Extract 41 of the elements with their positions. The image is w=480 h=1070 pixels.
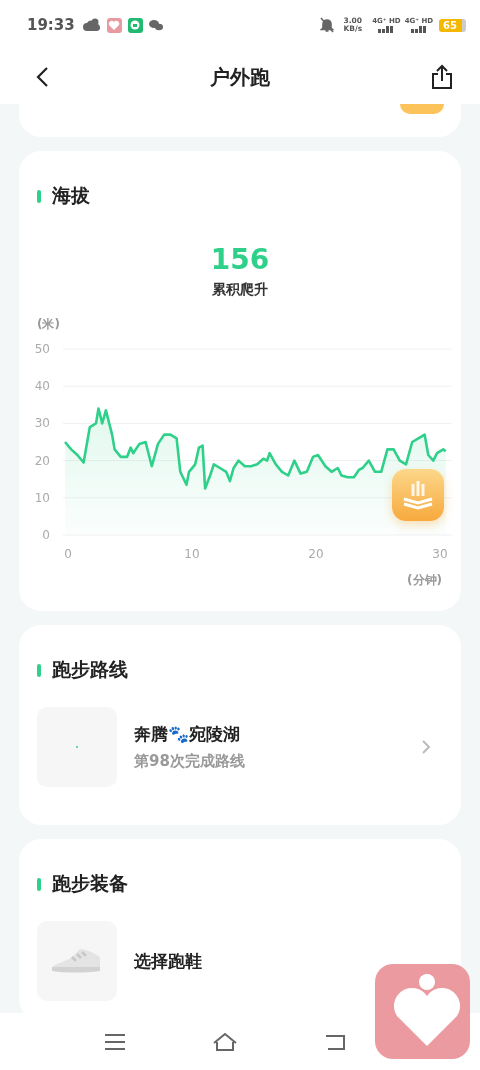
section-marker bbox=[37, 189, 41, 203]
y-tick-label: 20 bbox=[34, 453, 50, 468]
mute-icon bbox=[319, 17, 334, 33]
x-tick-label: 0 bbox=[64, 547, 72, 561]
x-tick-label: 30 bbox=[432, 547, 448, 561]
share-icon[interactable] bbox=[430, 64, 454, 90]
axis-unit: (分钟) bbox=[407, 573, 442, 587]
section-marker bbox=[37, 663, 41, 677]
status-time: 19:33 bbox=[27, 16, 75, 34]
menu-icon[interactable] bbox=[104, 1032, 126, 1051]
app-icon bbox=[106, 17, 122, 33]
signal-icon bbox=[378, 26, 395, 33]
axis-unit: (米) bbox=[37, 317, 60, 331]
signal-icon bbox=[410, 26, 427, 33]
back-icon[interactable] bbox=[36, 66, 50, 88]
section-title: 海拔 bbox=[52, 183, 90, 208]
home-icon[interactable] bbox=[212, 1031, 238, 1052]
x-tick-label: 20 bbox=[308, 547, 324, 561]
choose-shoe-link[interactable]: 选择跑鞋 bbox=[134, 949, 202, 973]
battery-level: 65 bbox=[443, 19, 457, 31]
route-name: 奔腾🐾宛陵湖 bbox=[134, 723, 241, 746]
page-title: 户外跑 bbox=[210, 63, 270, 91]
climb-value: 156 bbox=[209, 243, 271, 277]
route-row[interactable]: 奔腾🐾宛陵湖 第98次完成路线 bbox=[19, 683, 461, 825]
y-tick-label: 50 bbox=[34, 342, 50, 356]
badge-icon bbox=[400, 104, 444, 114]
climb-label: 累积爬升 bbox=[211, 281, 269, 299]
cloud-icon bbox=[82, 18, 101, 32]
chevron-right-icon bbox=[421, 739, 431, 755]
back-nav-icon[interactable] bbox=[324, 1032, 346, 1051]
section-marker bbox=[37, 877, 41, 891]
x-tick-label: 10 bbox=[184, 547, 200, 561]
section-title: 跑步路线 bbox=[52, 657, 128, 682]
y-tick-label: 30 bbox=[34, 416, 50, 431]
y-tick-label: 0 bbox=[42, 528, 50, 542]
y-tick-label: 10 bbox=[34, 490, 50, 505]
y-tick-label: 40 bbox=[34, 379, 50, 394]
section-title: 跑步装备 bbox=[52, 871, 128, 896]
route-count: 第98次完成路线 bbox=[134, 752, 246, 771]
app-icon bbox=[127, 17, 143, 33]
chat-icon bbox=[148, 19, 163, 31]
